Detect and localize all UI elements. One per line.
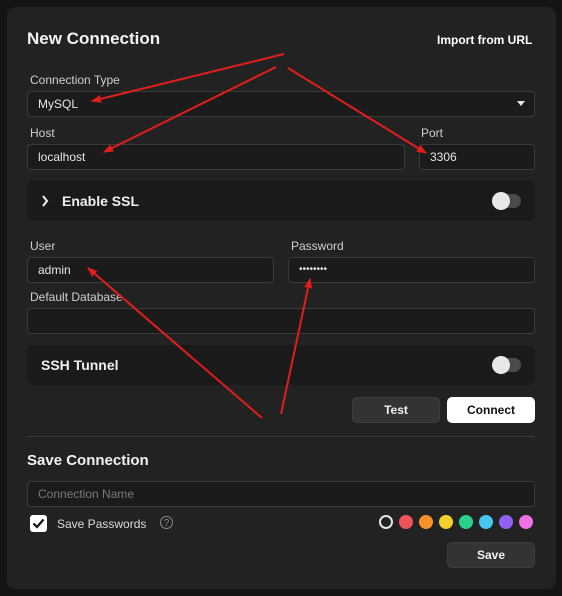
- divider: [27, 436, 535, 437]
- color-swatch-orange[interactable]: [419, 515, 433, 529]
- color-swatch-cyan[interactable]: [479, 515, 493, 529]
- chevron-right-icon: [42, 195, 49, 207]
- port-input[interactable]: 3306: [419, 144, 535, 170]
- check-icon: [32, 518, 45, 529]
- connection-type-value: MySQL: [38, 97, 79, 111]
- port-label: Port: [421, 126, 444, 140]
- color-swatch-yellow[interactable]: [439, 515, 453, 529]
- import-from-url-link[interactable]: Import from URL: [437, 33, 532, 47]
- color-swatch-red[interactable]: [399, 515, 413, 529]
- password-value: ••••••••: [299, 264, 328, 275]
- host-input[interactable]: localhost: [27, 144, 405, 170]
- enable-ssl-label: Enable SSL: [62, 193, 140, 209]
- connection-type-select[interactable]: MySQL: [27, 91, 535, 117]
- default-database-label: Default Database: [30, 290, 123, 304]
- password-input[interactable]: ••••••••: [288, 257, 535, 283]
- color-swatch-purple[interactable]: [499, 515, 513, 529]
- enable-ssl-section[interactable]: Enable SSL: [27, 181, 535, 221]
- save-passwords-checkbox[interactable]: [30, 515, 47, 532]
- save-connection-title: Save Connection: [27, 452, 149, 469]
- user-value: admin: [38, 263, 71, 277]
- user-label: User: [30, 239, 56, 253]
- save-button[interactable]: Save: [447, 542, 535, 568]
- connection-name-field[interactable]: [38, 482, 524, 506]
- chevron-down-icon: [517, 101, 525, 106]
- page-title: New Connection: [27, 29, 161, 48]
- user-input[interactable]: admin: [27, 257, 274, 283]
- color-swatch-green[interactable]: [459, 515, 473, 529]
- ssh-tunnel-toggle[interactable]: [492, 356, 521, 374]
- ssh-tunnel-section[interactable]: SSH Tunnel: [27, 345, 535, 385]
- host-value: localhost: [38, 150, 86, 164]
- port-value: 3306: [430, 150, 457, 164]
- host-label: Host: [30, 126, 55, 140]
- enable-ssl-toggle[interactable]: [492, 192, 521, 210]
- ssh-tunnel-label: SSH Tunnel: [41, 357, 119, 373]
- new-connection-panel: New Connection Import from URL Connectio…: [7, 7, 556, 589]
- help-icon[interactable]: ?: [160, 516, 173, 529]
- default-database-input[interactable]: [27, 308, 535, 334]
- save-passwords-label: Save Passwords: [57, 517, 147, 531]
- connection-type-label: Connection Type: [30, 73, 120, 87]
- password-label: Password: [291, 239, 344, 253]
- color-swatch-none[interactable]: [379, 515, 393, 529]
- connection-name-input[interactable]: [27, 481, 535, 507]
- test-button[interactable]: Test: [352, 397, 440, 423]
- connect-button[interactable]: Connect: [447, 397, 535, 423]
- color-swatch-pink[interactable]: [519, 515, 533, 529]
